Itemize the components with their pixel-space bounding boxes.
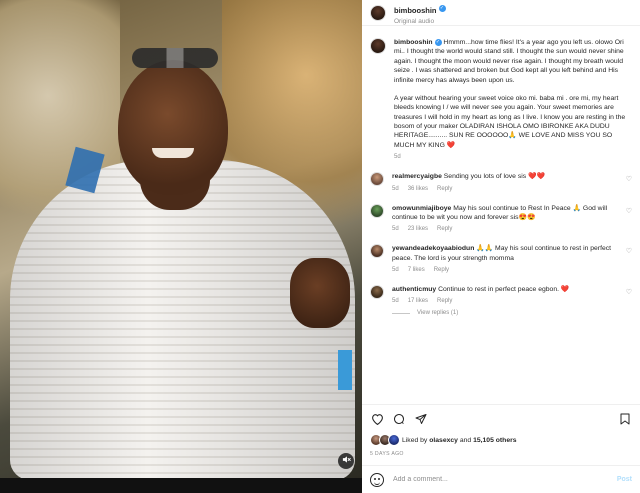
liked-by-count[interactable]: 15,105 others — [473, 437, 516, 444]
speaker-off-icon — [342, 456, 351, 463]
comment-body: omowunmiajiboye May his soul continue to… — [392, 204, 632, 233]
view-replies-label: View replies (1) — [417, 310, 459, 317]
liked-by-user[interactable]: olasexcy — [429, 437, 458, 444]
comment-item: yewandeadekoyaabiodun 🙏🙏 May his soul co… — [370, 244, 632, 273]
comment-message: Continue to rest in perfect peace egbon.… — [438, 286, 570, 293]
comment-avatar[interactable] — [370, 285, 384, 299]
caption-username[interactable]: bimbooshin — [394, 39, 433, 46]
author-info: bimbooshin ✓ Original audio — [394, 0, 446, 25]
post-header: bimbooshin ✓ Original audio — [362, 0, 640, 26]
photo-hand — [290, 258, 350, 328]
reply-button[interactable]: Reply — [437, 186, 452, 192]
comment-likes[interactable]: 17 likes — [408, 298, 428, 304]
reply-button[interactable]: Reply — [434, 267, 449, 273]
liked-by-and: and — [457, 436, 474, 444]
author-avatar[interactable] — [370, 4, 386, 21]
comment-like-heart-icon[interactable]: ♡ — [626, 288, 632, 296]
comment-time[interactable]: 5d — [392, 267, 399, 273]
comment-like-heart-icon[interactable]: ♡ — [626, 247, 632, 255]
caption-meta: 5d — [394, 154, 632, 160]
reply-button[interactable]: Reply — [437, 298, 452, 304]
comment-likes[interactable]: 23 likes — [408, 226, 428, 232]
comment-bubble-icon[interactable] — [392, 412, 406, 426]
comment-like-heart-icon[interactable]: ♡ — [626, 175, 632, 183]
comment-message: Sending you lots of love sis ❤️❤️ — [443, 173, 545, 181]
post-caption: bimbooshin ✓ Hmmm...how time flies! It's … — [370, 38, 632, 160]
comment-body: realmercyaigbe Sending you lots of love … — [392, 172, 632, 191]
photo-head — [118, 60, 228, 195]
comment-time[interactable]: 5d — [392, 186, 399, 192]
like-heart-icon[interactable] — [370, 412, 384, 426]
caption-avatar[interactable] — [370, 38, 386, 54]
comment-avatar[interactable] — [370, 172, 384, 187]
comment-likes[interactable]: 7 likes — [408, 267, 425, 273]
post-photo[interactable] — [0, 0, 362, 478]
likes-summary: Liked by olasexcy and 15,105 others — [370, 434, 632, 446]
comment-time[interactable]: 5d — [392, 226, 399, 232]
photo-smile — [152, 148, 194, 158]
comment-item: realmercyaigbe Sending you lots of love … — [370, 172, 632, 192]
comment-meta: 5d 36 likes Reply — [392, 186, 618, 192]
add-comment-bar: Post — [362, 465, 640, 493]
post-actions: Liked by olasexcy and 15,105 others 5 DA… — [362, 404, 640, 457]
post-media[interactable] — [0, 0, 362, 493]
reply-button[interactable]: Reply — [437, 226, 452, 232]
caption-time[interactable]: 5d — [394, 154, 401, 160]
comment-username[interactable]: realmercyaigbe — [392, 173, 442, 180]
action-icons-row — [370, 411, 632, 427]
photo-sunglasses — [132, 48, 218, 68]
comment-body: yewandeadekoyaabiodun 🙏🙏 May his soul co… — [392, 244, 632, 273]
comment-avatar[interactable] — [370, 203, 384, 218]
comment-meta: 5d 17 likes Reply — [392, 298, 618, 304]
photo-blue-accent-right — [338, 350, 352, 390]
caption-paragraph-2: A year without hearing your sweet voice … — [394, 94, 626, 149]
comment-body: authenticmuy Continue to rest in perfect… — [392, 285, 632, 304]
add-comment-input[interactable] — [393, 476, 617, 483]
liker-avatars[interactable] — [370, 434, 402, 446]
post-comment-button[interactable]: Post — [617, 476, 632, 483]
caption-body: bimbooshin ✓ Hmmm...how time flies! It's … — [394, 38, 632, 160]
comment-username[interactable]: omowunmiajiboye — [392, 205, 451, 212]
author-username[interactable]: bimbooshin — [394, 6, 437, 15]
bookmark-save-icon[interactable] — [618, 412, 632, 426]
comment-item: authenticmuy Continue to rest in perfect… — [370, 285, 632, 304]
comment-meta: 5d 23 likes Reply — [392, 226, 618, 232]
instagram-post-viewer: bimbooshin ✓ Original audio bimbooshin ✓ H… — [0, 0, 640, 493]
comment-like-heart-icon[interactable]: ♡ — [626, 207, 632, 215]
comment-username[interactable]: authenticmuy — [392, 286, 436, 293]
comments-section[interactable]: bimbooshin ✓ Hmmm...how time flies! It's … — [362, 26, 640, 404]
caption-text: bimbooshin ✓ Hmmm...how time flies! It's … — [394, 38, 632, 85]
audio-subtitle[interactable]: Original audio — [394, 18, 446, 25]
comment-likes[interactable]: 36 likes — [408, 186, 428, 192]
comment-text: omowunmiajiboye May his soul continue to… — [392, 204, 618, 223]
liked-by-text: Liked by olasexcy and 15,105 others — [402, 437, 517, 444]
comment-username[interactable]: yewandeadekoyaabiodun — [392, 245, 474, 252]
view-replies-button[interactable]: View replies (1) — [392, 310, 632, 316]
mute-icon[interactable] — [338, 453, 354, 469]
liker-avatar — [388, 434, 400, 446]
comment-time[interactable]: 5d — [392, 298, 399, 304]
post-date[interactable]: 5 DAYS AGO — [370, 451, 632, 457]
comment-text: yewandeadekoyaabiodun 🙏🙏 May his soul co… — [392, 244, 618, 263]
view-replies-line — [392, 312, 410, 314]
comment-item: omowunmiajiboye May his soul continue to… — [370, 203, 632, 233]
comment-text: authenticmuy Continue to rest in perfect… — [392, 285, 618, 294]
verified-badge-icon: ✓ — [434, 38, 442, 46]
share-send-icon[interactable] — [414, 412, 428, 426]
emoji-icon[interactable] — [370, 472, 384, 487]
comment-meta: 5d 7 likes Reply — [392, 267, 618, 273]
comment-text: realmercyaigbe Sending you lots of love … — [392, 172, 618, 181]
post-side-panel: bimbooshin ✓ Original audio bimbooshin ✓ H… — [362, 0, 640, 493]
comment-avatar[interactable] — [370, 244, 384, 259]
liked-by-prefix: Liked by — [402, 436, 430, 444]
verified-badge-icon: ✓ — [438, 5, 446, 13]
